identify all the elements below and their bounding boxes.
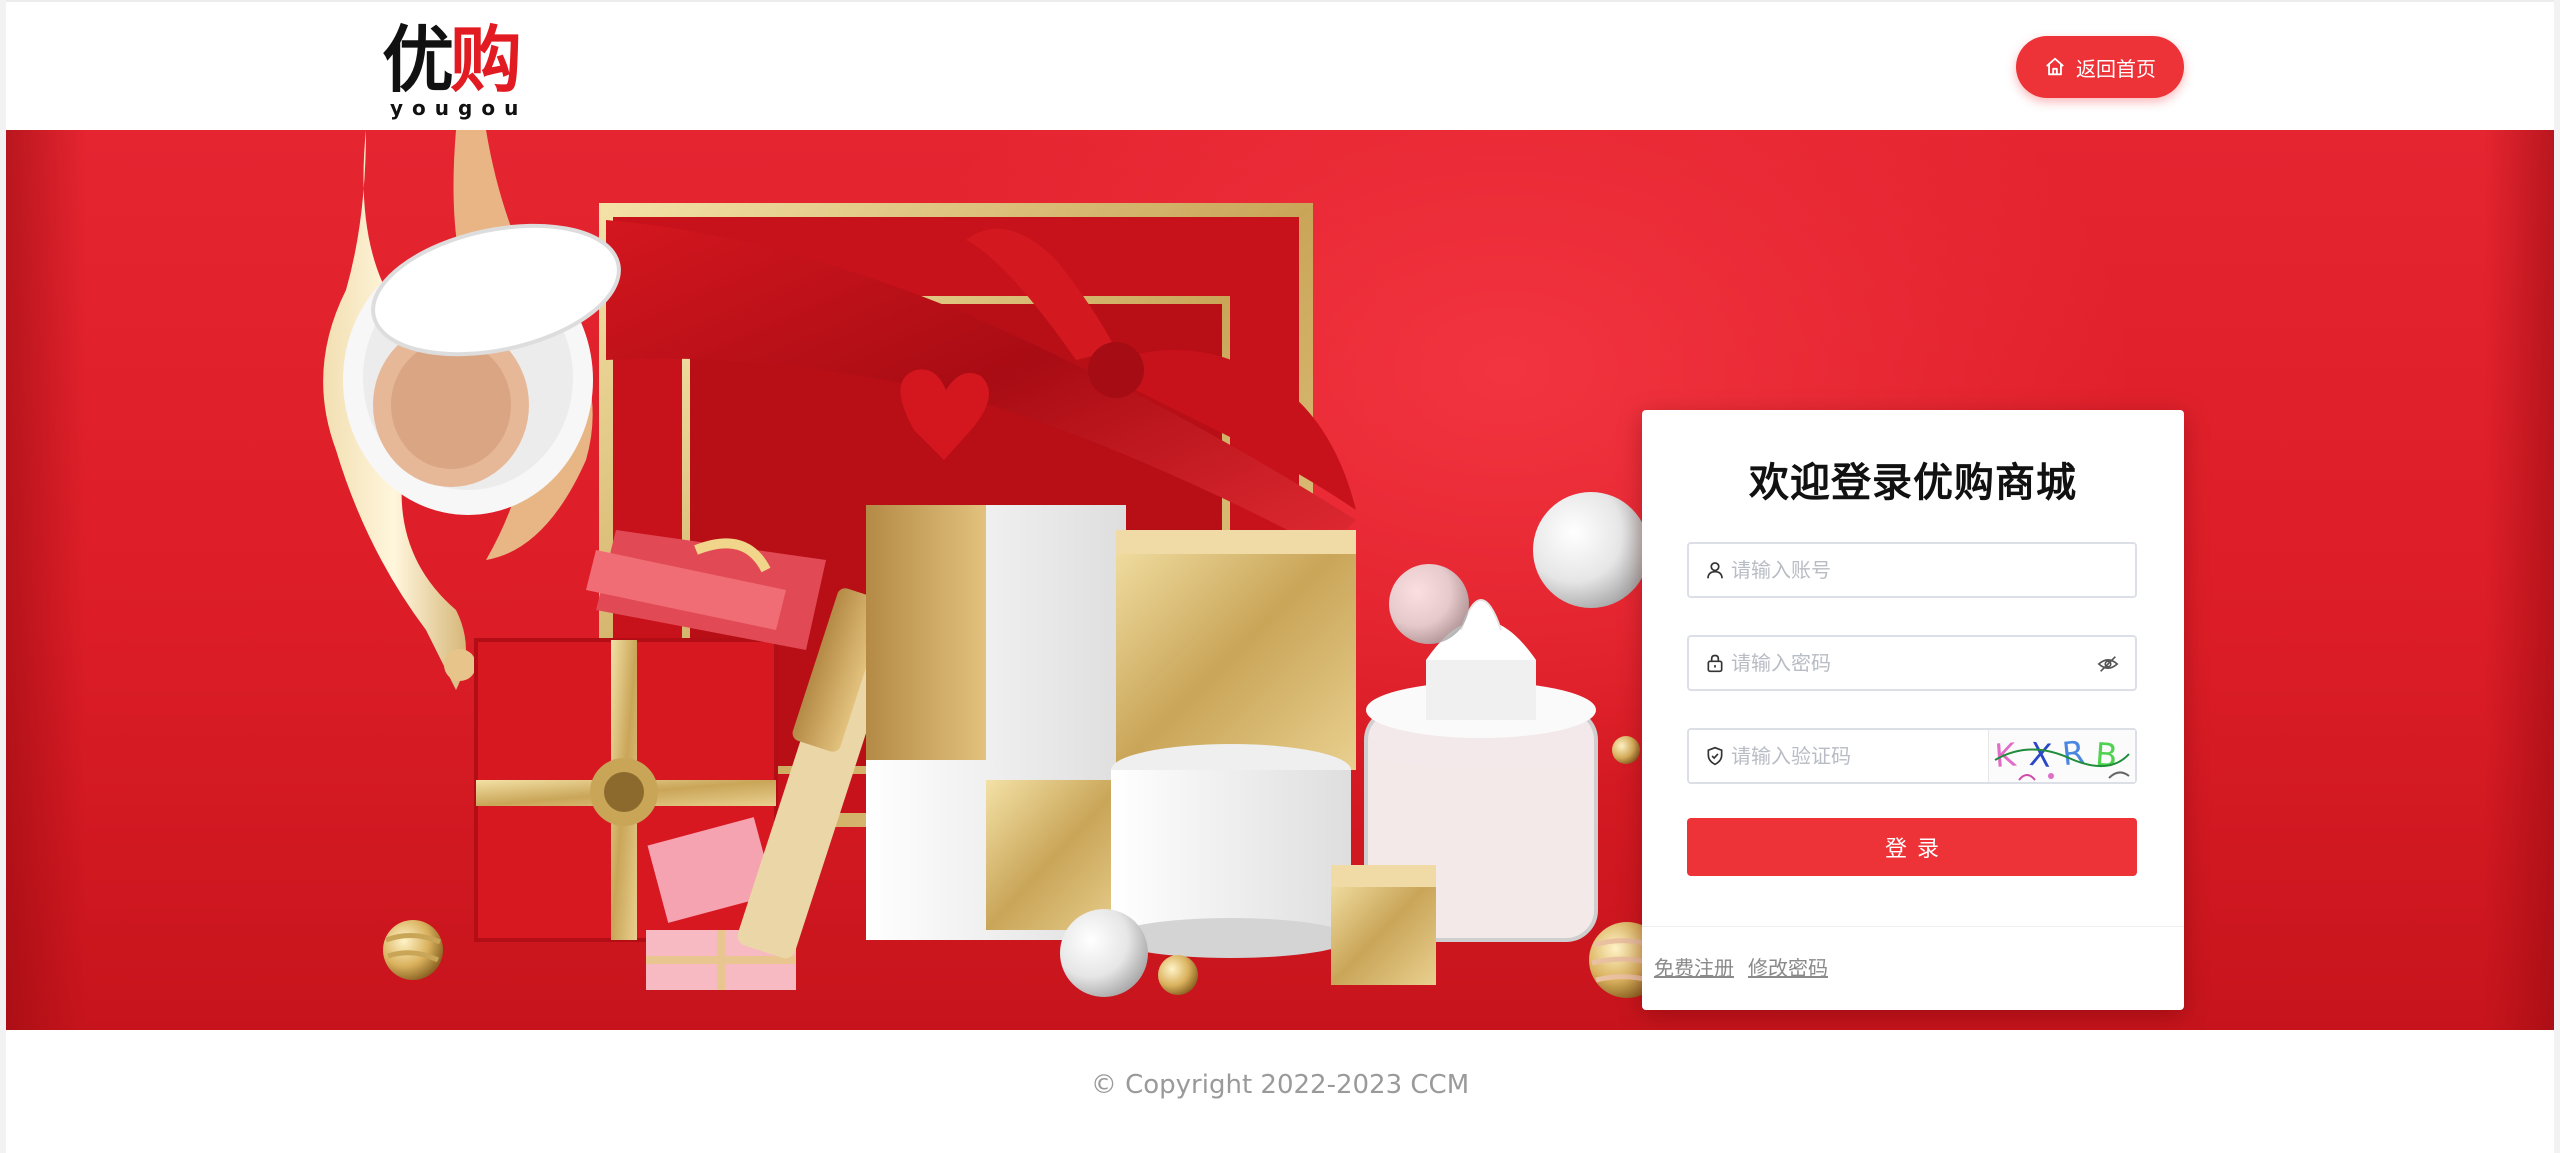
captcha-field[interactable]: K X R B xyxy=(1687,728,2137,784)
logo-chinese: 优购 xyxy=(382,17,522,102)
login-card: 欢迎登录优购商城 请输入账号 请输入验证码 K X R B 登录 免费注册 修改… xyxy=(1642,410,2184,1010)
captcha-image[interactable]: K X R B xyxy=(1988,730,2135,782)
svg-text:R: R xyxy=(2060,733,2086,773)
svg-text:X: X xyxy=(2028,735,2054,775)
logo-char-red: 购 xyxy=(450,17,522,102)
login-page: 优购 yougou 返回首页 欢迎登录优购商城 请输入账号 请输入验证码 K X… xyxy=(6,0,2554,1153)
home-icon xyxy=(2044,56,2066,78)
eye-closed-icon[interactable] xyxy=(2097,653,2119,675)
login-submit-button[interactable]: 登录 xyxy=(1687,818,2137,876)
password-input[interactable] xyxy=(1731,637,2081,689)
username-input[interactable] xyxy=(1731,544,2121,596)
register-link[interactable]: 免费注册 xyxy=(1654,952,1734,981)
password-field[interactable] xyxy=(1687,635,2137,691)
back-home-label: 返回首页 xyxy=(2076,56,2156,81)
logo-char-black: 优 xyxy=(382,17,454,102)
top-header: 优购 yougou 返回首页 xyxy=(6,0,2554,130)
username-field[interactable] xyxy=(1687,542,2137,598)
copyright-text: © Copyright 2022-2023 CCM xyxy=(1090,1070,1470,1100)
change-password-link[interactable]: 修改密码 xyxy=(1748,952,1828,981)
account-links: 免费注册 修改密码 xyxy=(1654,952,1828,981)
page-footer: © Copyright 2022-2023 CCM xyxy=(6,1030,2554,1153)
site-logo[interactable]: 优购 yougou xyxy=(382,17,532,121)
lock-icon xyxy=(1705,653,1725,673)
card-divider xyxy=(1642,926,2184,927)
back-home-button[interactable]: 返回首页 xyxy=(2016,36,2184,98)
svg-text:B: B xyxy=(2094,735,2119,774)
shield-icon xyxy=(1705,746,1725,766)
user-icon xyxy=(1705,560,1725,580)
login-title: 欢迎登录优购商城 xyxy=(1749,460,2077,506)
hero-banner: 欢迎登录优购商城 请输入账号 请输入验证码 K X R B 登录 免费注册 修改… xyxy=(6,130,2554,1030)
logo-pinyin: yougou xyxy=(390,96,528,120)
captcha-input[interactable] xyxy=(1731,730,1971,782)
